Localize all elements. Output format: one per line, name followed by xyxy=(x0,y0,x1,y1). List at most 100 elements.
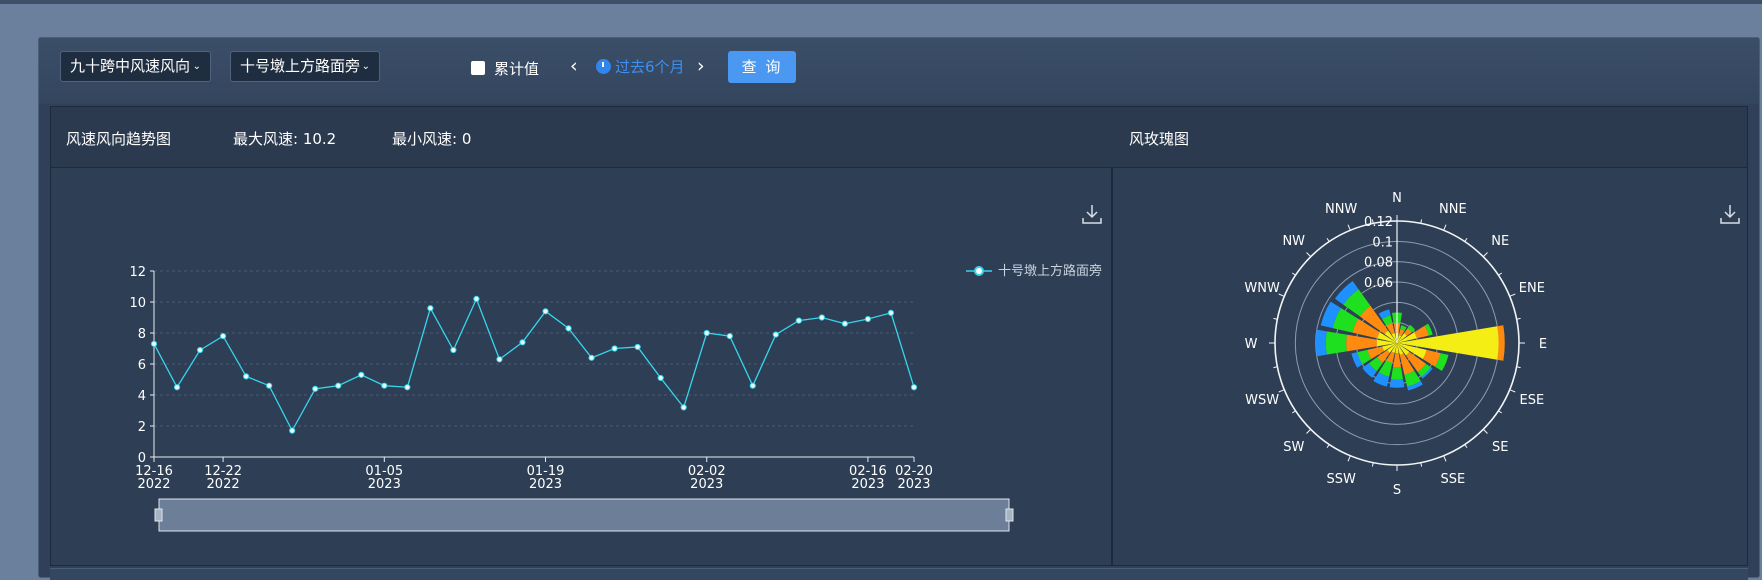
direction-label-w: W xyxy=(1245,337,1258,352)
angle-tick xyxy=(1498,410,1503,414)
angle-tick xyxy=(1509,389,1516,393)
data-zoom-track xyxy=(158,498,1010,532)
legend[interactable]: 十号墩上方路面旁 xyxy=(966,263,1102,279)
angle-tick xyxy=(1306,252,1312,258)
direction-label-wsw: WSW xyxy=(1245,393,1279,408)
top-strip xyxy=(0,0,1762,4)
data-point xyxy=(266,382,273,389)
data-point xyxy=(473,295,480,302)
direction-label-ne: NE xyxy=(1491,234,1509,249)
data-point xyxy=(312,385,319,392)
y-tick-label: 12 xyxy=(129,265,146,280)
sensor-select-value: 十号墩上方路面旁 xyxy=(240,57,361,75)
angle-tick xyxy=(1509,293,1516,297)
clock-icon xyxy=(596,59,611,74)
rose-bar-w-blue xyxy=(1315,329,1327,357)
metric-select[interactable]: 九十跨中风速风向 ⌄ xyxy=(60,51,211,82)
series-points xyxy=(150,295,918,434)
direction-label-nnw: NNW xyxy=(1325,202,1357,217)
chevron-right-icon[interactable]: › xyxy=(697,56,705,76)
direction-label-nw: NW xyxy=(1282,234,1305,249)
data-point xyxy=(519,339,526,346)
y-tick-label: 6 xyxy=(138,358,146,373)
angle-tick xyxy=(1482,252,1488,258)
x-tick-year: 2022 xyxy=(207,477,240,492)
toolbar: 九十跨中风速风向 ⌄ 十号墩上方路面旁 ⌄ 累计值 ‹ 过去6个月 › 查 询 xyxy=(39,38,1759,104)
chart-header: 风速风向趋势图 最大风速: 10.2 最小风速: 0 风玫瑰图 xyxy=(51,107,1747,168)
query-button[interactable]: 查 询 xyxy=(728,51,796,83)
data-point xyxy=(381,382,388,389)
angle-tick xyxy=(1326,237,1330,242)
data-point xyxy=(358,371,365,378)
chevron-down-icon: ⌄ xyxy=(361,61,370,72)
radius-label: 0.12 xyxy=(1364,215,1393,230)
y-tick-label: 2 xyxy=(138,420,146,435)
data-point xyxy=(795,317,802,324)
data-point xyxy=(680,404,687,411)
time-range[interactable]: 过去6个月 xyxy=(596,56,685,77)
rose-bars xyxy=(1315,221,1505,391)
data-point xyxy=(887,309,895,316)
sensor-select[interactable]: 十号墩上方路面旁 ⌄ xyxy=(230,51,380,82)
data-point xyxy=(450,346,457,354)
radius-labels: 0.12 0.1 0.08 0.06 xyxy=(1364,215,1393,291)
angle-tick xyxy=(1291,272,1296,276)
data-point xyxy=(243,373,250,380)
x-tick-year: 2023 xyxy=(690,477,723,492)
y-tick-label: 10 xyxy=(129,296,146,311)
angle-tick xyxy=(1278,389,1285,393)
metric-select-value: 九十跨中风速风向 xyxy=(70,57,191,75)
data-point xyxy=(634,343,641,351)
legend-marker xyxy=(974,266,984,276)
checkbox-box[interactable] xyxy=(471,61,485,75)
data-point xyxy=(219,333,227,340)
x-tick-year: 2023 xyxy=(897,477,930,492)
angle-tick xyxy=(1464,444,1468,449)
x-tick-year: 2023 xyxy=(529,477,562,492)
chevron-down-icon: ⌄ xyxy=(192,61,201,72)
data-point xyxy=(657,374,664,382)
angle-tick xyxy=(1464,237,1468,242)
data-point xyxy=(726,333,733,340)
direction-label-ese: ESE xyxy=(1520,393,1545,408)
data-point xyxy=(196,346,204,354)
min-speed: 最小风速: 0 xyxy=(392,130,472,148)
trend-title: 风速风向趋势图 xyxy=(66,130,172,148)
rose-bar-s-blue xyxy=(1389,379,1405,388)
cumulative-checkbox[interactable]: 累计值 xyxy=(471,58,539,78)
direction-label-nne: NNE xyxy=(1439,202,1467,217)
data-point xyxy=(772,331,779,338)
angle-tick xyxy=(1443,455,1447,462)
direction-label-n: N xyxy=(1392,191,1402,206)
data-point xyxy=(173,384,181,391)
x-tick-year: 2023 xyxy=(851,477,884,492)
data-point xyxy=(910,384,918,391)
data-zoom-handle-right[interactable] xyxy=(1005,508,1014,522)
data-point xyxy=(150,340,158,347)
direction-label-ssw: SSW xyxy=(1326,472,1356,487)
data-point xyxy=(611,345,618,352)
wind-rose-chart: 0.12 0.1 0.08 0.06 N NNE NE ENE E ESE SE SSE S SSW SW… xyxy=(1244,191,1547,498)
bottom-strip xyxy=(50,568,1748,580)
direction-label-e: E xyxy=(1539,337,1547,352)
x-tick-year: 2022 xyxy=(137,477,170,492)
angle-tick xyxy=(1326,444,1330,449)
y-tick-label: 4 xyxy=(138,389,146,404)
x-tick-year: 2023 xyxy=(368,477,401,492)
angle-tick xyxy=(1306,428,1312,434)
data-zoom-slider[interactable] xyxy=(154,498,1014,532)
data-point xyxy=(565,325,572,332)
y-tick-label: 8 xyxy=(138,327,146,342)
data-point xyxy=(864,315,872,323)
data-zoom-handle-left[interactable] xyxy=(154,508,163,522)
angle-tick xyxy=(1291,410,1296,414)
angle-tick xyxy=(1443,224,1447,231)
angle-tick xyxy=(1347,224,1351,231)
data-point xyxy=(818,314,825,321)
chevron-left-icon[interactable]: ‹ xyxy=(570,56,578,76)
data-point xyxy=(703,329,710,337)
data-point xyxy=(841,320,849,327)
angle-tick xyxy=(1347,455,1351,462)
data-point xyxy=(335,382,342,389)
angle-tick xyxy=(1498,272,1503,276)
